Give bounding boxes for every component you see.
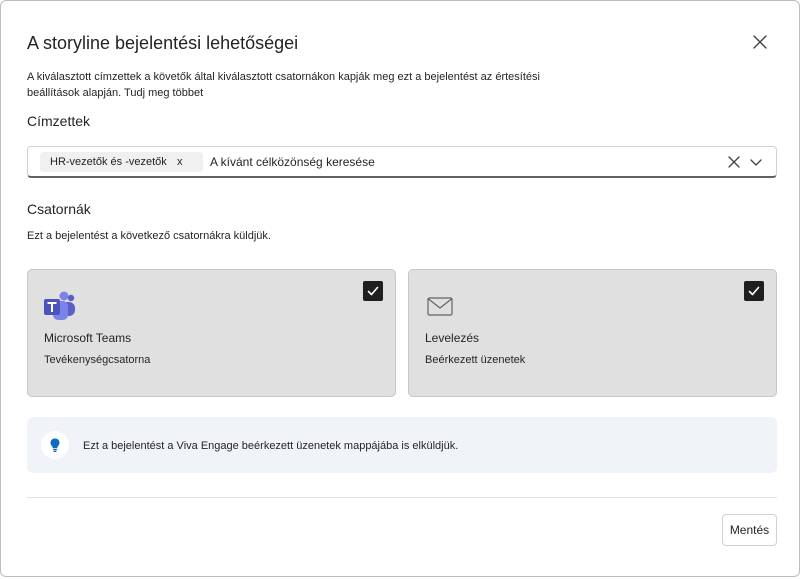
footer-divider bbox=[27, 497, 777, 498]
teams-checkbox[interactable] bbox=[363, 281, 383, 301]
channel-card-mail[interactable]: Levelezés Beérkezett üzenetek bbox=[408, 269, 777, 397]
channel-card-subtitle: Beérkezett üzenetek bbox=[425, 354, 526, 366]
description-text: A kiválasztott címzettek a követők által… bbox=[27, 71, 540, 99]
recipient-chip-remove-button[interactable]: x bbox=[177, 152, 183, 172]
recipients-dropdown-button[interactable] bbox=[748, 154, 764, 170]
dialog-description: A kiválasztott címzettek a követők által… bbox=[27, 69, 567, 101]
channels-label: Csatornák bbox=[27, 201, 91, 217]
channels-description: Ezt a bejelentést a következő csatornákr… bbox=[27, 230, 271, 242]
close-button[interactable] bbox=[749, 31, 771, 53]
channel-card-title: Microsoft Teams bbox=[44, 331, 132, 345]
checkmark-icon bbox=[748, 286, 760, 296]
learn-more-link[interactable]: Tudj meg többet bbox=[124, 87, 203, 99]
close-icon bbox=[728, 156, 740, 168]
save-button[interactable]: Mentés bbox=[722, 514, 777, 546]
recipient-chip-label: HR-vezetők és -vezetők bbox=[50, 156, 167, 168]
channel-card-teams[interactable]: Microsoft Teams Tevékenységcsatorna bbox=[27, 269, 396, 397]
chevron-down-icon bbox=[750, 159, 762, 166]
close-icon bbox=[753, 35, 767, 49]
lightbulb-icon bbox=[41, 431, 69, 459]
audience-search-input[interactable] bbox=[210, 151, 710, 173]
dialog-title: A storyline bejelentési lehetőségei bbox=[27, 33, 299, 53]
mail-checkbox[interactable] bbox=[744, 281, 764, 301]
clear-recipients-button[interactable] bbox=[726, 154, 742, 170]
recipients-label: Címzettek bbox=[27, 113, 91, 129]
recipient-chip[interactable]: HR-vezetők és -vezetők x bbox=[40, 152, 203, 172]
channel-card-title: Levelezés bbox=[425, 331, 480, 345]
info-text: Ezt a bejelentést a Viva Engage beérkeze… bbox=[83, 440, 459, 452]
recipients-picker[interactable]: HR-vezetők és -vezetők x bbox=[27, 146, 777, 178]
info-banner: Ezt a bejelentést a Viva Engage beérkeze… bbox=[27, 417, 777, 473]
teams-icon bbox=[42, 290, 76, 322]
announcement-options-dialog: A storyline bejelentési lehetőségei A ki… bbox=[0, 0, 800, 577]
checkmark-icon bbox=[367, 286, 379, 296]
channel-card-subtitle: Tevékenységcsatorna bbox=[44, 354, 151, 366]
mail-icon bbox=[423, 290, 457, 322]
